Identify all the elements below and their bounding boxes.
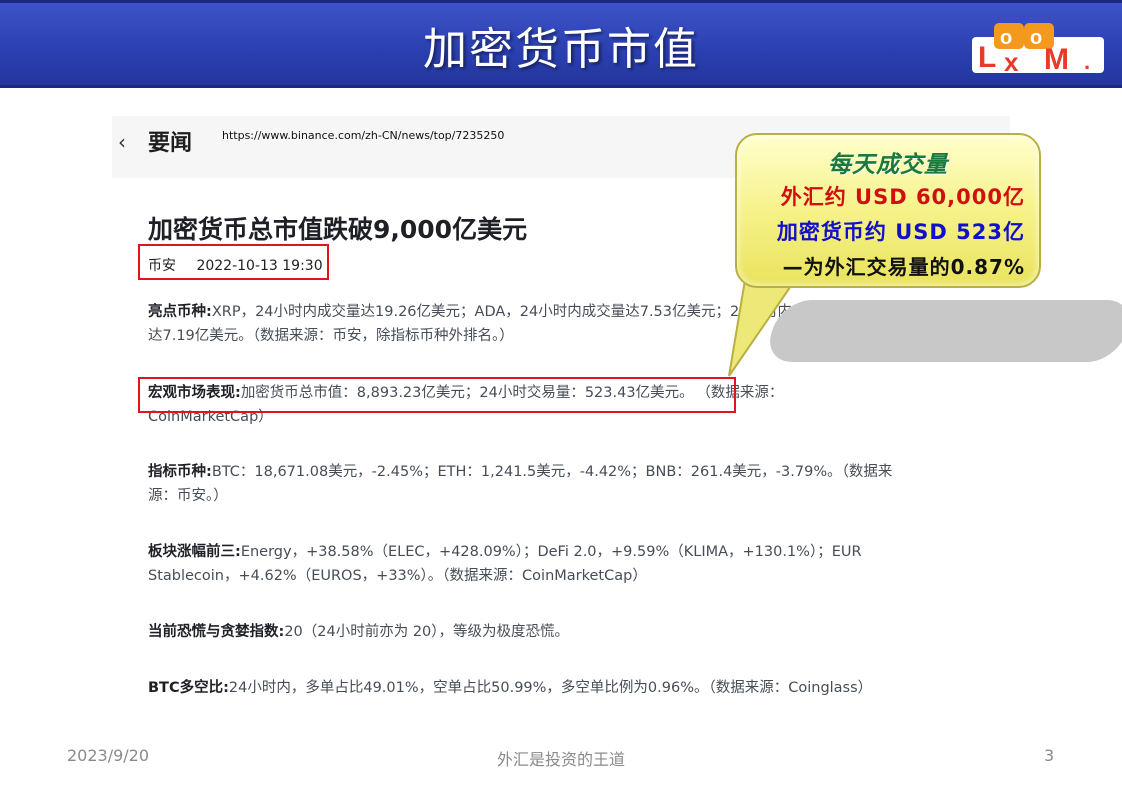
paragraph-btc-long-short: BTC多空比:24小时内，多单占比49.01%，空单占比50.99%，多空单比例…	[148, 676, 938, 700]
paragraph-fear-greed: 当前恐慌与贪婪指数:20（24小时前亦为 20），等级为极度恐慌。	[148, 620, 938, 644]
slide-title-bar: 加密货币市值 L o o x M .	[0, 0, 1122, 88]
svg-text:.: .	[1084, 49, 1090, 74]
paragraph-text: BTC：18,671.08美元，-2.45%；ETH：1,241.5美元，-4.…	[211, 464, 893, 480]
paragraph-text-line2: Stablecoin，+4.62%（EUROS，+33%）。（数据来源：Coin…	[148, 568, 647, 584]
paragraph-text-line2: 达7.19亿美元。（数据来源：币安，除指标币种外排名。）	[148, 328, 514, 344]
source-url: https://www.binance.com/zh-CN/news/top/7…	[222, 129, 505, 142]
company-logo: L o o x M .	[972, 23, 1104, 77]
footer-caption: 外汇是投资的王道	[496, 750, 625, 769]
paragraph-label: 当前恐慌与贪婪指数:	[148, 624, 285, 640]
svg-text:M: M	[1044, 43, 1069, 76]
callout-shadow	[761, 300, 1122, 362]
article-headline: 加密货币总市值跌破9,000亿美元	[148, 215, 528, 244]
highlight-box-meta	[138, 244, 329, 280]
paragraph-label: 指标币种:	[148, 464, 212, 480]
section-title: 要闻	[148, 131, 193, 156]
paragraph-label: 亮点币种:	[148, 304, 212, 320]
callout-tail	[728, 280, 797, 377]
paragraph-indicator-coins: 指标币种:BTC：18,671.08美元，-2.45%；ETH：1,241.5美…	[148, 460, 938, 508]
callout-fx-volume: 外汇约 USD 60,000亿	[780, 185, 1025, 209]
paragraph-label: 板块涨幅前三:	[148, 544, 241, 560]
svg-text:x: x	[1004, 47, 1019, 77]
callout-ratio: —为外汇交易量的0.87%	[782, 255, 1025, 279]
chevron-left-icon[interactable]: ‹	[118, 130, 126, 154]
svg-text:o: o	[1030, 27, 1042, 49]
callout-crypto-volume: 加密货币约 USD 523亿	[776, 220, 1025, 244]
page-number: 3	[1044, 746, 1055, 765]
paragraph-text: 24小时内，多单占比49.01%，空单占比50.99%，多空单比例为0.96%。…	[228, 680, 873, 696]
paragraph-text-line2: 源：币安。）	[148, 488, 228, 504]
svg-text:L: L	[978, 41, 996, 74]
volume-callout: 每天成交量 外汇约 USD 60,000亿 加密货币约 USD 523亿 —为外…	[735, 133, 1041, 288]
paragraph-top-sectors: 板块涨幅前三:Energy，+38.58%（ELEC，+428.09%）；DeF…	[148, 540, 938, 588]
paragraph-label: BTC多空比:	[148, 680, 229, 696]
callout-title: 每天成交量	[828, 152, 948, 178]
svg-text:o: o	[1000, 27, 1012, 49]
paragraph-text: 20（24小时前亦为 20），等级为极度恐慌。	[284, 624, 570, 640]
highlight-box-macro	[138, 377, 736, 413]
paragraph-text: Energy，+38.58%（ELEC，+428.09%）；DeFi 2.0，+…	[240, 544, 862, 560]
slide-title: 加密货币市值	[423, 24, 699, 75]
paragraph-text: XRP，24小时内成交量达19.26亿美元；ADA，24小时内成交量达7.53亿…	[211, 304, 731, 320]
